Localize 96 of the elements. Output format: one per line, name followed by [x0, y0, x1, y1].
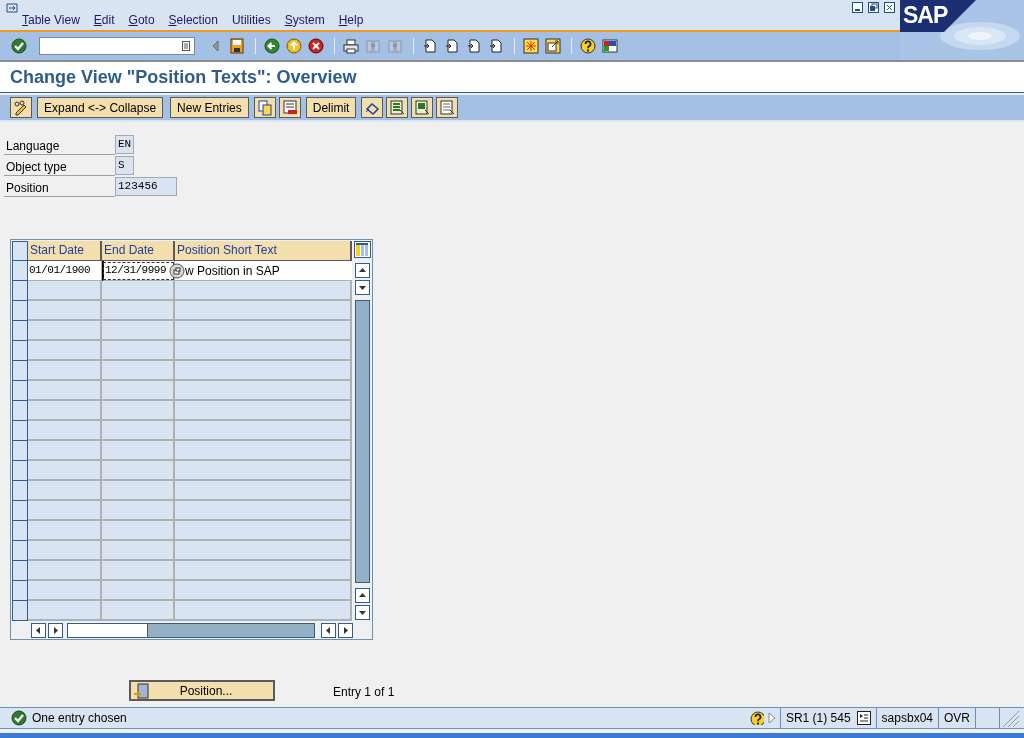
- column-header[interactable]: Position Short Text: [175, 241, 352, 261]
- deselect-all-icon: [439, 99, 456, 116]
- delete-row-icon: [281, 99, 298, 116]
- help-icon[interactable]: [580, 38, 596, 54]
- scroll-thumb[interactable]: [355, 300, 370, 583]
- select-all-icon: [389, 99, 406, 116]
- row-selector[interactable]: [12, 301, 28, 321]
- scroll-right-button[interactable]: [48, 623, 63, 638]
- scroll-up-button[interactable]: [355, 263, 370, 278]
- scroll-up-button[interactable]: [355, 588, 370, 603]
- last-page-icon[interactable]: [488, 38, 504, 54]
- resize-grip-icon[interactable]: [1000, 708, 1020, 728]
- row-selector[interactable]: [12, 441, 28, 461]
- row-selector[interactable]: [12, 461, 28, 481]
- close-icon[interactable]: [884, 2, 895, 13]
- page-title: Change View "Position Texts": Overview: [10, 65, 357, 89]
- select-block-button[interactable]: [411, 97, 434, 118]
- input-field[interactable]: 01/01/1900: [28, 261, 102, 281]
- menu-item[interactable]: Utilities: [231, 12, 271, 28]
- new-session-icon[interactable]: [523, 38, 539, 54]
- menu-item[interactable]: Help: [338, 12, 364, 28]
- exit-icon[interactable]: [286, 38, 302, 54]
- row-selector[interactable]: [12, 541, 28, 561]
- row-selector[interactable]: [12, 521, 28, 541]
- help-icon[interactable]: [749, 711, 764, 725]
- select-block-icon: [414, 99, 431, 116]
- input-field[interactable]: 12/31/9999: [102, 261, 175, 281]
- select-all-cell[interactable]: [12, 241, 28, 261]
- command-field[interactable]: [39, 37, 195, 55]
- menu-item[interactable]: System: [284, 12, 325, 28]
- menu-icon[interactable]: [6, 3, 18, 13]
- save-icon[interactable]: [229, 38, 245, 54]
- toolbar-button[interactable]: Expand <-> Collapse: [37, 97, 164, 118]
- server-name: sapsbx04: [875, 708, 938, 728]
- position-button[interactable]: Position...: [129, 680, 275, 701]
- row-selector[interactable]: [12, 401, 28, 421]
- horizontal-scrollbar[interactable]: [67, 623, 315, 638]
- undo-button[interactable]: [361, 97, 384, 118]
- entry-count: Entry 1 of 1: [333, 684, 395, 701]
- copy-icon: [256, 99, 273, 116]
- next-page-icon[interactable]: [466, 38, 482, 54]
- toolbar-button[interactable]: Delimit: [305, 97, 357, 118]
- deselect-all-button[interactable]: [436, 97, 459, 118]
- row-selector[interactable]: [12, 321, 28, 341]
- value-help-icon[interactable]: [169, 262, 185, 279]
- scroll-left-button[interactable]: [321, 623, 336, 638]
- display-change-button[interactable]: [10, 97, 32, 118]
- scroll-right-button[interactable]: [338, 623, 353, 638]
- column-settings-icon[interactable]: [354, 241, 371, 258]
- menu-item[interactable]: Goto: [128, 12, 155, 28]
- copy-button[interactable]: [253, 97, 276, 118]
- display-change-icon: [13, 99, 29, 116]
- row-selector[interactable]: [12, 561, 28, 581]
- enter-icon[interactable]: [11, 38, 27, 54]
- row-selector[interactable]: [12, 361, 28, 381]
- menu-item[interactable]: Edit: [93, 12, 115, 28]
- scroll-thumb[interactable]: [68, 624, 148, 637]
- first-page-icon[interactable]: [422, 38, 438, 54]
- row-selector[interactable]: [12, 481, 28, 501]
- row-selector[interactable]: [12, 581, 28, 601]
- logo: SAP: [903, 3, 948, 27]
- system-info: SR1 (1) 545: [785, 710, 851, 727]
- history-icon: [182, 41, 190, 51]
- scroll-down-button[interactable]: [355, 280, 370, 295]
- row-selector[interactable]: [12, 341, 28, 361]
- layout-icon[interactable]: [602, 38, 618, 54]
- column-header[interactable]: Start Date: [28, 241, 102, 261]
- menu-item[interactable]: Selection: [168, 12, 218, 28]
- scroll-left-button[interactable]: [31, 623, 46, 638]
- restore-icon[interactable]: [868, 2, 879, 13]
- row-selector[interactable]: [12, 501, 28, 521]
- session-info-icon[interactable]: [856, 711, 871, 725]
- column-header[interactable]: End Date: [102, 241, 175, 261]
- row-selector[interactable]: [12, 601, 28, 621]
- shortcut-icon[interactable]: [545, 38, 561, 54]
- print-icon[interactable]: [343, 38, 359, 54]
- row-selector[interactable]: [12, 381, 28, 401]
- success-icon: [11, 710, 27, 726]
- input-field[interactable]: 123456: [115, 177, 177, 196]
- input-mode: OVR: [938, 708, 975, 728]
- position-icon: [133, 682, 149, 699]
- toolbar-button[interactable]: New Entries: [170, 97, 249, 118]
- status-message: One entry chosen: [32, 710, 128, 727]
- row-selector[interactable]: [12, 261, 28, 281]
- input-field[interactable]: EN: [115, 135, 135, 154]
- cancel-icon[interactable]: [308, 38, 324, 54]
- menu-item[interactable]: Table View: [22, 12, 80, 28]
- back-icon[interactable]: [264, 38, 280, 54]
- minimize-icon[interactable]: [852, 2, 863, 13]
- scroll-down-button[interactable]: [355, 605, 370, 620]
- row-selector[interactable]: [12, 421, 28, 441]
- select-all-button[interactable]: [386, 97, 409, 118]
- row-selector[interactable]: [12, 281, 28, 301]
- previous-page-icon[interactable]: [444, 38, 460, 54]
- delete-row-button[interactable]: [278, 97, 301, 118]
- input-field[interactable]: S: [115, 156, 134, 175]
